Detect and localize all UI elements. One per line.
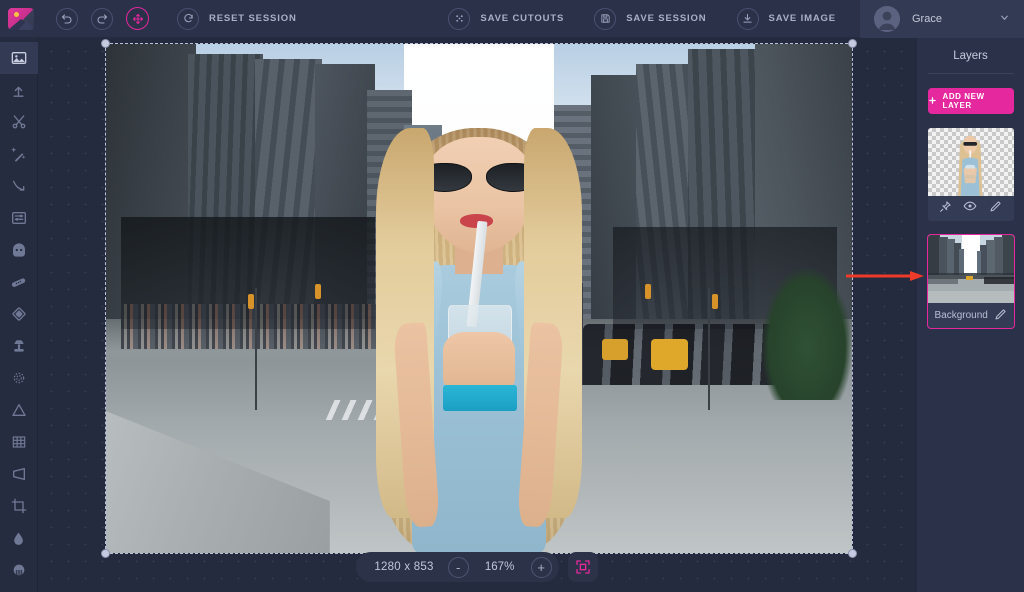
add-new-layer-button[interactable]: ADD NEW LAYER xyxy=(928,88,1014,114)
user-name: Grace xyxy=(912,13,942,25)
logo-sun-shape xyxy=(14,12,19,17)
panel-divider xyxy=(928,73,1014,74)
logo-mountain-shape-2 xyxy=(18,21,34,30)
sidebar-item-magic-wand[interactable] xyxy=(0,138,38,170)
eye-icon[interactable] xyxy=(963,199,977,218)
download-icon xyxy=(737,8,759,30)
top-toolbar: RESET SESSION SAVE CUTOUTS SAVE SESSION xyxy=(0,0,1024,38)
plus-icon xyxy=(928,96,937,107)
undo-icon[interactable] xyxy=(56,8,78,30)
sidebar-item-crop[interactable] xyxy=(0,490,38,522)
save-session-icon xyxy=(594,8,616,30)
reset-session-button[interactable]: RESET SESSION xyxy=(177,0,297,38)
layers-panel-title: Layers xyxy=(953,50,988,62)
app-logo-icon[interactable] xyxy=(8,8,34,30)
layer-card-background[interactable]: Background xyxy=(928,235,1014,328)
sidebar-item-upload[interactable] xyxy=(0,74,38,106)
sidebar-item-clone-stamp[interactable] xyxy=(0,330,38,362)
canvas-selection[interactable] xyxy=(106,44,852,553)
selection-border xyxy=(106,44,852,553)
resize-handle-top-right[interactable] xyxy=(848,39,857,48)
cutouts-icon xyxy=(448,8,470,30)
sidebar-item-adjustments[interactable] xyxy=(0,202,38,234)
sidebar-item-pen-curve[interactable] xyxy=(0,170,38,202)
sidebar-item-heal[interactable] xyxy=(0,266,38,298)
sidebar-item-effects[interactable] xyxy=(0,298,38,330)
sidebar-item-image[interactable] xyxy=(0,42,38,74)
pencil-icon[interactable] xyxy=(994,308,1007,324)
thumbnail-city-image xyxy=(928,235,1014,303)
fit-to-screen-button[interactable] xyxy=(568,552,598,582)
reset-session-label: RESET SESSION xyxy=(209,13,297,24)
zoom-in-button[interactable]: + xyxy=(531,557,552,578)
save-image-button[interactable]: SAVE IMAGE xyxy=(737,0,837,38)
resize-handle-top-left[interactable] xyxy=(101,39,110,48)
layer-thumbnail-background xyxy=(928,235,1014,303)
user-menu[interactable]: Grace xyxy=(860,0,1024,38)
pin-icon[interactable] xyxy=(939,200,952,218)
add-new-layer-label: ADD NEW LAYER xyxy=(943,92,1014,110)
save-session-label: SAVE SESSION xyxy=(626,13,706,24)
avatar xyxy=(874,6,900,32)
sidebar-item-grid[interactable] xyxy=(0,426,38,458)
layer-label-row-background: Background xyxy=(928,303,1014,328)
image-dimensions: 1280 x 853 xyxy=(374,561,433,573)
canvas-area[interactable] xyxy=(38,38,916,592)
chevron-down-icon[interactable] xyxy=(999,10,1010,28)
sidebar-item-retouch-face[interactable] xyxy=(0,234,38,266)
sidebar-item-blur[interactable] xyxy=(0,362,38,394)
fit-to-screen-icon xyxy=(575,559,591,575)
pencil-icon[interactable] xyxy=(989,200,1002,218)
bottom-zoom-bar: 1280 x 853 - 167% + xyxy=(38,552,916,582)
sidebar-item-color[interactable] xyxy=(0,522,38,554)
save-image-label: SAVE IMAGE xyxy=(769,13,837,24)
save-cutouts-button[interactable]: SAVE CUTOUTS xyxy=(448,0,564,38)
zoom-controls: 1280 x 853 - 167% + xyxy=(356,552,558,582)
refresh-icon xyxy=(177,8,199,30)
left-tool-sidebar xyxy=(0,38,38,592)
app-root: RESET SESSION SAVE CUTOUTS SAVE SESSION xyxy=(0,0,1024,592)
redo-icon[interactable] xyxy=(91,8,113,30)
sidebar-item-cutout[interactable] xyxy=(0,106,38,138)
sidebar-item-gradient[interactable] xyxy=(0,554,38,586)
layer-controls-cutout xyxy=(928,196,1014,221)
layer-card-cutout[interactable] xyxy=(928,128,1014,221)
layer-thumbnail-cutout xyxy=(928,128,1014,196)
annotation-arrow-icon xyxy=(846,271,924,281)
move-crosshair-icon[interactable] xyxy=(126,7,149,30)
thumbnail-subject xyxy=(953,132,987,196)
zoom-out-button[interactable]: - xyxy=(448,557,469,578)
zoom-level: 167% xyxy=(483,561,517,573)
save-cutouts-label: SAVE CUTOUTS xyxy=(480,13,564,24)
layer-name-background: Background xyxy=(935,310,988,321)
save-session-button[interactable]: SAVE SESSION xyxy=(594,0,706,38)
layers-panel: Layers ADD NEW LAYER xyxy=(916,38,1024,592)
sidebar-item-perspective[interactable] xyxy=(0,458,38,490)
sidebar-item-shapes[interactable] xyxy=(0,394,38,426)
